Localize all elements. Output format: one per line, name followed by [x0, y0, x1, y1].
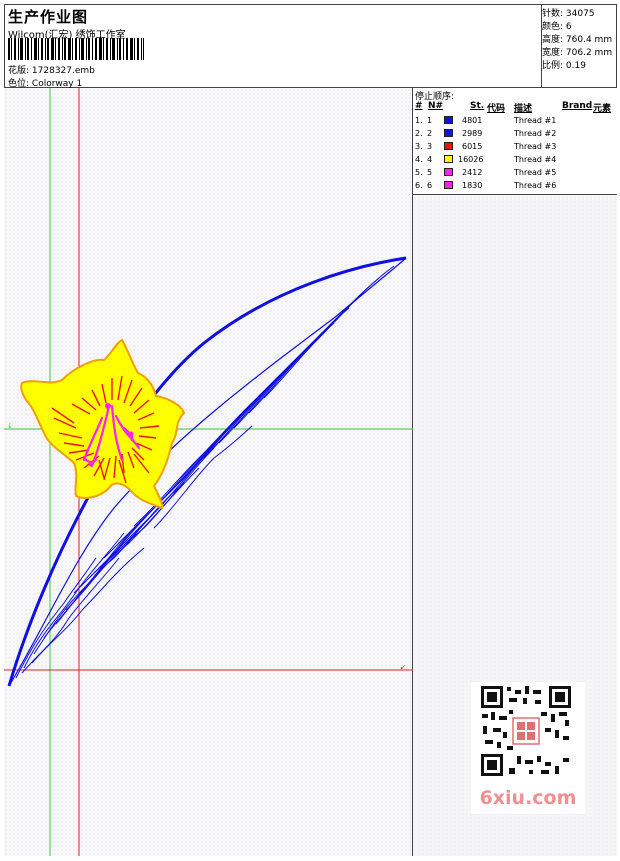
leaf-veins [15, 265, 395, 679]
stats-panel: 针数: 34075 颜色: 6 高度: 760.4 mm 宽度: 706.2 m… [541, 4, 617, 88]
stat-stitches: 针数: 34075 [542, 9, 595, 19]
header: 生产作业图 Wilcom(汇宏) 绣饰工作室 花版: 1728327.emb 色… [4, 4, 617, 89]
col-header-st: St. [470, 101, 485, 111]
color-swatch [444, 168, 453, 176]
color-swatch [444, 142, 453, 150]
col-header-brand: Brand [562, 101, 593, 111]
design-label: 花版: [8, 66, 30, 76]
col-header-element: 元素 [593, 104, 612, 114]
color-swatch [444, 116, 453, 124]
svg-text:↓: ↓ [7, 422, 13, 430]
leaf-midrib [7, 256, 407, 687]
qr-code [479, 684, 573, 778]
barcode [8, 38, 144, 60]
stat-width: 宽度: 706.2 mm [542, 48, 613, 58]
stat-scale: 比例: 0.19 [542, 61, 586, 71]
col-header-desc: 描述 [514, 104, 533, 114]
col-header-num: # [415, 101, 423, 111]
watermark-text: 6xiu.com [479, 787, 577, 809]
page-title: 生产作业图 [8, 8, 89, 26]
stat-colors: 颜色: 6 [542, 22, 572, 32]
design-canvas[interactable]: ↓ ↙ [4, 88, 413, 856]
col-header-code: 代码 [487, 104, 506, 114]
col-header-n: N# [428, 101, 444, 111]
flower [20, 338, 186, 510]
stop-sequence-table: 停止顺序: # N# St. 代码 描述 Brand 元素 1. 1 4801 … [413, 88, 617, 195]
color-swatch [444, 155, 453, 163]
leaf-edge [8, 257, 407, 687]
svg-text:↙: ↙ [400, 663, 406, 671]
design-drawing: ↓ ↙ [4, 88, 413, 856]
watermark: 6xiu.com [471, 682, 585, 814]
color-swatch [444, 129, 453, 137]
color-swatch [444, 181, 453, 189]
stat-height: 高度: 760.4 mm [542, 35, 613, 45]
design-file-line: 花版: 1728327.emb [8, 63, 95, 76]
design-file-name: 1728327.emb [31, 66, 95, 76]
